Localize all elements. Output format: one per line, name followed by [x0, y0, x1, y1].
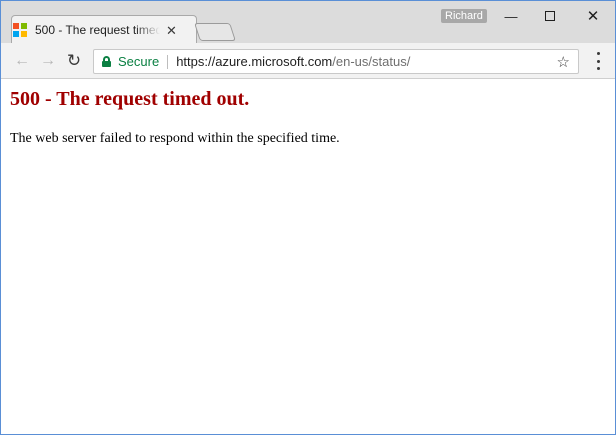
address-bar[interactable]: Secure https://azure.microsoft.com/en-us… — [93, 49, 579, 74]
address-separator — [167, 54, 169, 69]
url-host: https://azure.microsoft.com — [176, 54, 333, 69]
secure-label: Secure — [118, 54, 160, 69]
star-icon[interactable]: ☆ — [557, 53, 570, 71]
lock-icon — [102, 56, 111, 67]
browser-toolbar: ← → ↻ Secure https://azure.microsoft.com… — [1, 43, 615, 79]
error-message: The web server failed to respond within … — [10, 131, 340, 146]
close-window-button[interactable]: ✕ — [573, 5, 613, 27]
maximize-icon — [545, 11, 555, 21]
forward-arrow-icon: → — [40, 52, 56, 69]
back-button[interactable]: ← — [11, 50, 33, 72]
minimize-icon: — — [504, 8, 518, 24]
page-title: 500 - The request timed out. — [10, 88, 250, 110]
reload-icon: ↻ — [66, 51, 82, 70]
maximize-button[interactable] — [530, 5, 570, 27]
close-icon[interactable]: ✕ — [166, 24, 177, 37]
tab-content[interactable]: 500 - The request timed out ✕ — [13, 17, 189, 43]
new-tab-button[interactable] — [194, 23, 236, 41]
profile-button[interactable]: Richard — [441, 9, 487, 23]
url-path: /en-us/status/ — [332, 54, 411, 69]
reload-button[interactable]: ↻ — [63, 50, 85, 72]
kebab-menu-icon[interactable] — [591, 52, 605, 70]
tab-title: 500 - The request timed out — [35, 23, 160, 37]
browser-window: 500 - The request timed out ✕ Richard — … — [0, 0, 616, 435]
page-content: 500 - The request timed out. The web ser… — [1, 79, 615, 434]
forward-button[interactable]: → — [37, 50, 59, 72]
minimize-button[interactable]: — — [491, 5, 531, 27]
title-bar: 500 - The request timed out ✕ Richard — … — [1, 1, 615, 44]
back-arrow-icon: ← — [14, 52, 30, 69]
close-window-icon: ✕ — [586, 8, 600, 25]
microsoft-logo-icon — [13, 23, 27, 37]
